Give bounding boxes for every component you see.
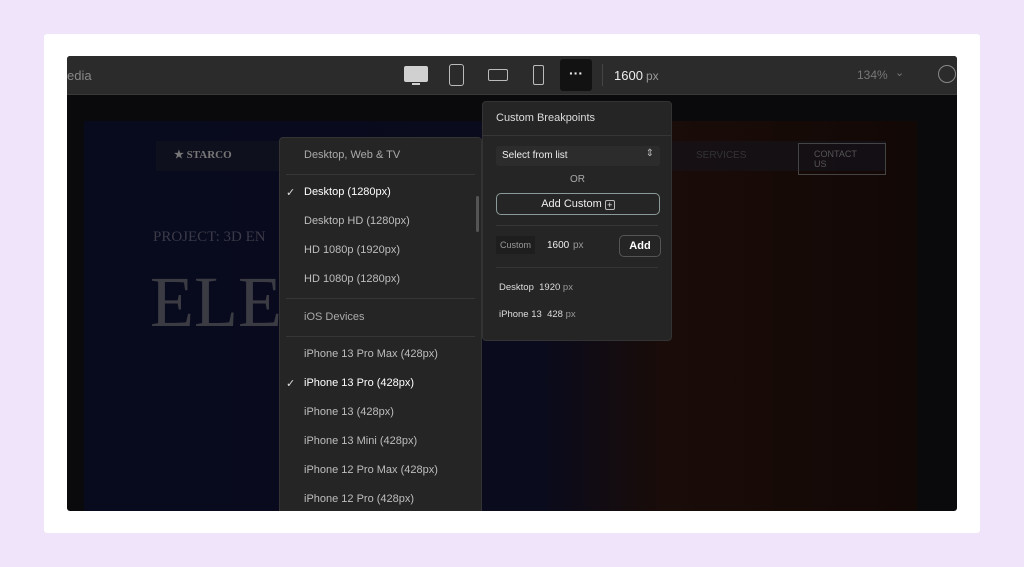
add-custom-label: Add Custom bbox=[541, 198, 602, 210]
phone-icon[interactable] bbox=[533, 65, 544, 85]
device-item[interactable]: Desktop HD (1280px) bbox=[304, 215, 410, 227]
width-value[interactable]: 1600 bbox=[614, 68, 643, 83]
zoom-level[interactable]: 134% bbox=[857, 68, 888, 82]
add-custom-button[interactable]: Add Custom + bbox=[496, 193, 660, 215]
device-item[interactable]: HD 1080p (1920px) bbox=[304, 244, 400, 256]
site-nav-services: SERVICES bbox=[696, 150, 747, 161]
tablet-icon[interactable] bbox=[449, 64, 464, 86]
device-item[interactable]: Desktop (1280px) bbox=[304, 186, 391, 198]
toolbar: edia ··· 1600 px 134% ⌄ bbox=[67, 56, 957, 95]
device-item[interactable]: iPhone 12 Pro (428px) bbox=[304, 493, 414, 505]
device-item[interactable]: iPhone 13 Pro (428px) bbox=[304, 377, 414, 389]
desktop-icon[interactable] bbox=[404, 66, 428, 85]
group-header: Desktop, Web & TV bbox=[304, 149, 401, 161]
select-label: Select from list bbox=[502, 150, 568, 161]
search-icon[interactable] bbox=[938, 65, 956, 83]
star-icon: ★ bbox=[174, 149, 187, 161]
width-unit: px bbox=[646, 69, 659, 83]
custom-label: Custom bbox=[496, 236, 536, 254]
editor-window: edia ··· 1600 px 134% ⌄ ★ STARCO SERVICE… bbox=[67, 56, 957, 511]
add-button[interactable]: Add bbox=[619, 235, 661, 257]
device-item[interactable]: iPhone 12 Pro Max (428px) bbox=[304, 464, 438, 476]
chevron-updown-icon: ⇕ bbox=[645, 148, 654, 159]
tablet-landscape-icon[interactable] bbox=[488, 69, 508, 81]
plus-square-icon: + bbox=[604, 200, 615, 210]
group-header: iOS Devices bbox=[304, 311, 365, 323]
site-logo: ★ STARCO bbox=[174, 149, 232, 161]
check-icon: ✓ bbox=[286, 187, 296, 199]
device-item[interactable]: iPhone 13 Mini (428px) bbox=[304, 435, 417, 447]
check-icon: ✓ bbox=[286, 378, 296, 390]
or-label: OR bbox=[570, 174, 585, 185]
panel-title: Custom Breakpoints bbox=[496, 112, 596, 124]
custom-unit: px bbox=[573, 240, 584, 251]
device-item[interactable]: iPhone 13 (428px) bbox=[304, 406, 394, 418]
toolbar-left-text: edia bbox=[67, 68, 92, 83]
scrollbar[interactable] bbox=[476, 196, 479, 232]
device-list-dropdown: Desktop, Web & TV ✓ Desktop (1280px) Des… bbox=[279, 137, 482, 511]
device-item[interactable]: iPhone 13 Pro Max (428px) bbox=[304, 348, 438, 360]
chevron-down-icon[interactable]: ⌄ bbox=[895, 66, 904, 79]
saved-breakpoint[interactable]: iPhone 13 428 px bbox=[499, 309, 576, 320]
site-contact-button: CONTACT US bbox=[798, 143, 886, 175]
divider bbox=[602, 64, 603, 86]
more-icon[interactable]: ··· bbox=[560, 59, 592, 91]
custom-breakpoints-panel: Custom Breakpoints Select from list ⇕ OR… bbox=[482, 101, 672, 341]
saved-breakpoint[interactable]: Desktop 1920 px bbox=[499, 282, 573, 293]
site-subtitle: PROJECT: 3D EN bbox=[153, 229, 266, 245]
custom-width-input[interactable]: 1600 bbox=[547, 240, 569, 251]
device-item[interactable]: HD 1080p (1280px) bbox=[304, 273, 400, 285]
select-from-list[interactable]: Select from list ⇕ bbox=[496, 146, 660, 166]
